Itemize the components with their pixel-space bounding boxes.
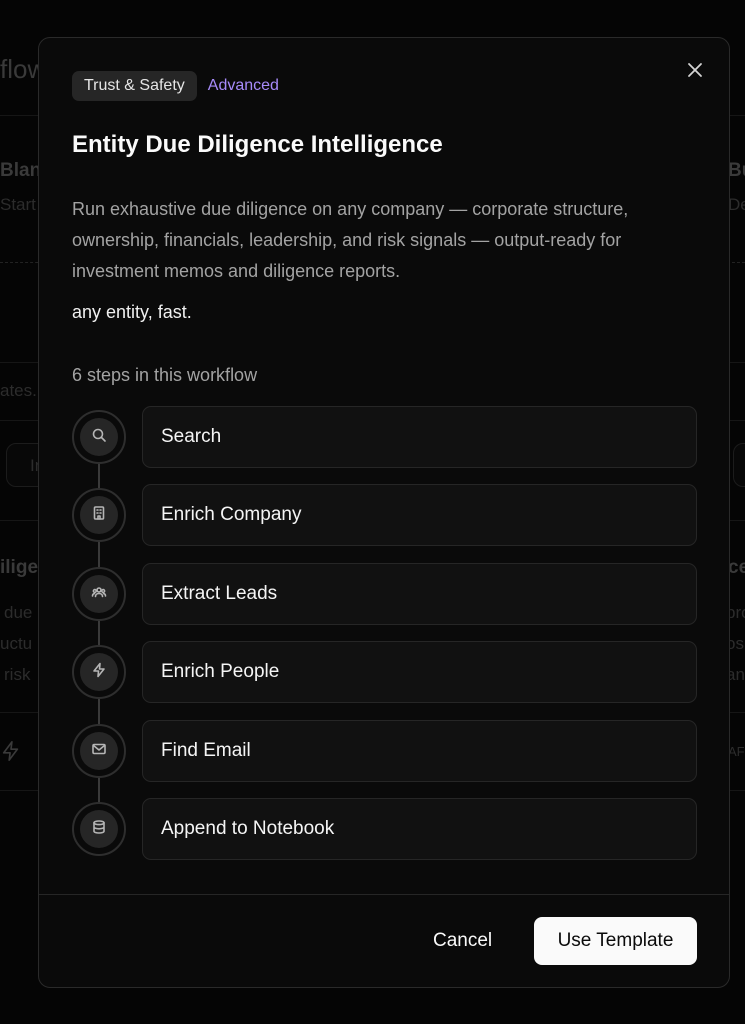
step-card-search[interactable]: Search (142, 406, 697, 468)
modal-tagline: any entity, fast. (72, 302, 192, 322)
modal-title: Entity Due Diligence Intelligence (72, 131, 443, 158)
step-card-append-to-notebook[interactable]: Append to Notebook (142, 798, 697, 860)
step-icon-badge (72, 567, 126, 621)
mail-icon (91, 741, 107, 762)
bg-lightning-icon (0, 740, 22, 767)
bg-card-sub-fragment: Start (0, 195, 36, 214)
workflow-step: Append to Notebook (72, 798, 697, 860)
step-card-find-email[interactable]: Find Email (142, 720, 697, 782)
step-icon-badge (72, 724, 126, 778)
bg-template-desc-fragment: risk (4, 665, 31, 684)
users-icon (91, 584, 107, 605)
workflow-step: Enrich Company (72, 484, 697, 546)
workflow-step: Search (72, 406, 697, 468)
modal-description: Run exhaustive due diligence on any comp… (72, 199, 629, 281)
building-icon (91, 505, 107, 526)
step-card-enrich-people[interactable]: Enrich People (142, 641, 697, 703)
workflow-step: Find Email (72, 720, 697, 782)
lightning-icon (91, 662, 107, 683)
level-tag: Advanced (207, 77, 279, 94)
step-icon-badge (72, 410, 126, 464)
bg-search-fragment: ates. (0, 381, 37, 400)
bg-card-title-fragment-right: Bu (728, 160, 745, 181)
steps-heading: 6 steps in this workflow (72, 365, 258, 385)
category-tag: Trust & Safety (72, 71, 197, 101)
bg-filter-box-right (733, 443, 745, 487)
step-icon-badge (72, 645, 126, 699)
bg-card-title-fragment: Blan (0, 160, 42, 181)
bg-template-desc-fragment: uctu (0, 634, 33, 653)
step-icon-badge (72, 802, 126, 856)
footer-divider (39, 894, 729, 895)
close-button[interactable] (683, 60, 707, 84)
bg-tag-fragment: AFF (728, 744, 745, 759)
bg-template-title-fragment: ilige (0, 557, 39, 578)
template-tags: Trust & Safety Advanced (72, 71, 279, 101)
step-card-enrich-company[interactable]: Enrich Company (142, 484, 697, 546)
bg-template-desc-fragment: due (4, 603, 33, 622)
bg-card-sub-fragment-right: De (728, 195, 745, 214)
use-template-button[interactable]: Use Template (534, 917, 697, 965)
step-icon-badge (72, 488, 126, 542)
search-icon (91, 427, 107, 448)
database-icon (91, 819, 107, 840)
close-icon (687, 62, 703, 83)
step-card-extract-leads[interactable]: Extract Leads (142, 563, 697, 625)
workflow-step: Extract Leads (72, 563, 697, 625)
bg-template-title-fragment-right: ce (728, 557, 745, 578)
template-modal: Trust & Safety Advanced Entity Due Dilig… (38, 37, 730, 988)
cancel-button[interactable]: Cancel (419, 917, 506, 965)
workflow-step: Enrich People (72, 641, 697, 703)
